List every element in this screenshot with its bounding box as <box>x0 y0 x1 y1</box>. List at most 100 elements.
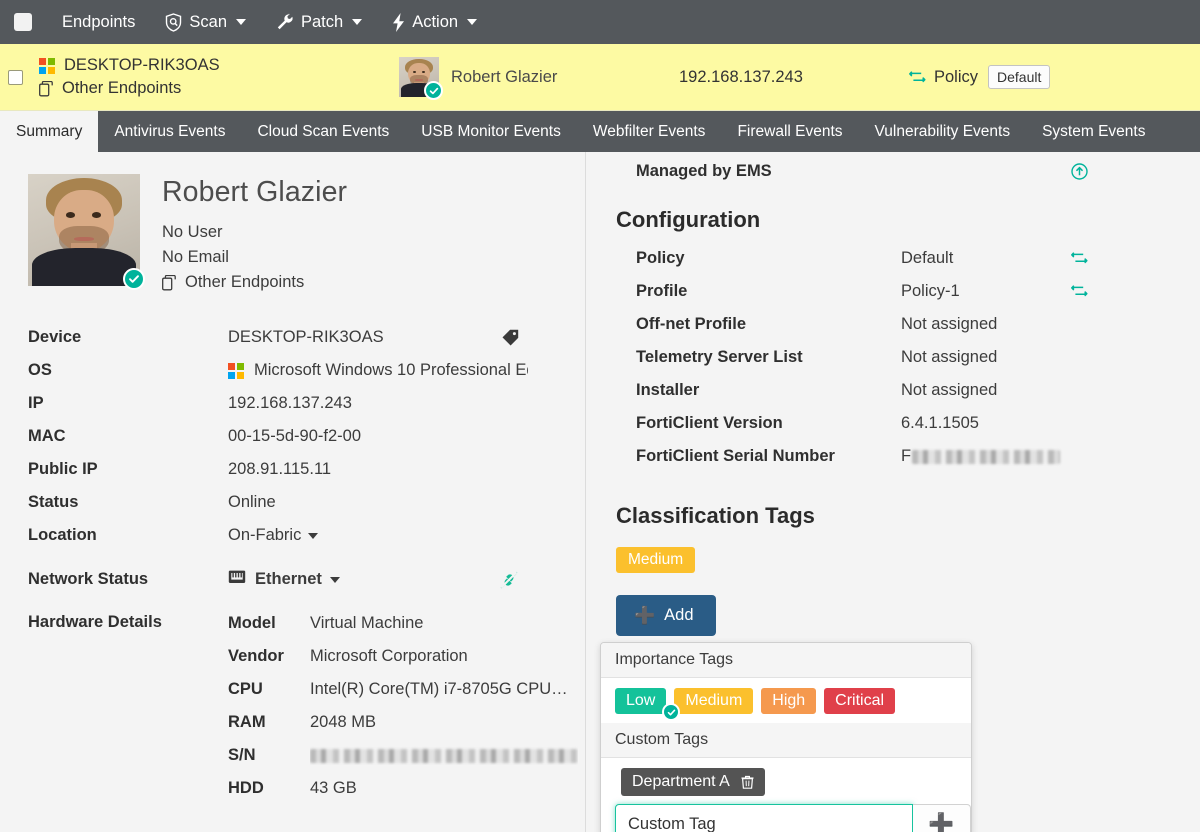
endpoint-row-checkbox[interactable] <box>8 69 23 85</box>
config-value-redacted: F <box>901 447 1101 466</box>
detail-row-status: Status Online <box>28 486 585 519</box>
detail-label: MAC <box>28 427 66 446</box>
config-value: Not assigned <box>901 315 998 333</box>
nav-item-patch[interactable]: Patch <box>276 13 363 32</box>
config-label: FortiClient Serial Number <box>636 447 835 465</box>
hardware-row: S/N <box>228 739 578 772</box>
configuration-heading: Configuration <box>616 207 761 232</box>
status-badge[interactable]: Medium <box>616 547 696 573</box>
profile-block: Robert Glazier No User No Email Other En… <box>28 174 585 295</box>
importance-tag-high[interactable]: High <box>761 688 817 714</box>
network-status-dropdown[interactable]: Ethernet <box>228 569 340 590</box>
nav-item-scan[interactable]: Scan <box>165 13 246 32</box>
profile-avatar <box>28 174 145 290</box>
detail-label: OS <box>28 361 52 380</box>
nav-endpoints-label: Endpoints <box>62 12 136 31</box>
tab-cloud-scan-events[interactable]: Cloud Scan Events <box>241 111 405 152</box>
tab-firewall-events[interactable]: Firewall Events <box>721 111 858 152</box>
config-label: Telemetry Server List <box>636 348 803 366</box>
location-dropdown[interactable]: On-Fabric <box>228 526 319 545</box>
managed-by-ems-row: Managed by EMS <box>616 152 1200 185</box>
config-value: Default <box>901 249 954 267</box>
add-custom-tag-button[interactable]: ➕ <box>913 804 971 832</box>
detail-value: Online <box>228 493 276 512</box>
detail-label: Status <box>28 493 79 512</box>
hardware-key: Vendor <box>228 647 284 666</box>
hardware-key: S/N <box>228 746 256 765</box>
profile-group-line-row[interactable]: Other Endpoints <box>162 270 347 295</box>
detail-row-location[interactable]: Location On-Fabric <box>28 519 585 552</box>
config-label: FortiClient Version <box>636 414 783 432</box>
serial-prefix: F <box>901 447 912 465</box>
config-row-telemetry-server-list: Telemetry Server List Not assigned <box>616 341 1200 374</box>
nav-action-label: Action <box>412 12 459 31</box>
endpoint-header-bar: DESKTOP-RIK3OAS Other Endpoints Robert G… <box>0 44 1200 110</box>
tab-antivirus-events[interactable]: Antivirus Events <box>98 111 241 152</box>
hardware-value: 43 GB <box>310 779 357 798</box>
importance-tag-medium[interactable]: Medium <box>662 688 754 721</box>
trash-icon[interactable] <box>741 775 754 789</box>
tab-label: Firewall Events <box>737 122 843 140</box>
detail-row-os: OS Microsoft Windows 10 Professional Edi… <box>28 354 585 387</box>
add-button-label: Add <box>664 606 694 624</box>
ethernet-port-icon <box>228 569 246 590</box>
tab-system-events[interactable]: System Events <box>1026 111 1161 152</box>
config-value: 6.4.1.1505 <box>901 414 979 432</box>
upload-circle-icon[interactable] <box>1071 162 1088 180</box>
add-tag-button[interactable]: ➕ Add <box>616 595 716 636</box>
endpoint-user: Robert Glazier <box>399 57 679 100</box>
plug-disconnected-icon[interactable] <box>499 570 519 590</box>
nav-item-endpoints[interactable]: Endpoints <box>62 13 135 32</box>
global-select-checkbox[interactable] <box>14 13 32 31</box>
tab-summary[interactable]: Summary <box>0 111 99 152</box>
custom-tag-input-row: ➕ <box>601 804 971 832</box>
sync-icon[interactable] <box>1071 284 1088 299</box>
endpoint-user-name: Robert Glazier <box>451 67 558 86</box>
profile-email-line: No Email <box>162 248 229 267</box>
assigned-tags-list: Medium <box>616 547 1200 573</box>
sync-icon[interactable] <box>1071 251 1088 266</box>
tab-label: Vulnerability Events <box>874 122 1011 140</box>
tag-icon[interactable] <box>502 329 519 346</box>
endpoint-group-label: Other Endpoints <box>62 79 182 97</box>
selected-check-badge-icon <box>662 703 681 721</box>
custom-tag-input[interactable] <box>615 804 913 832</box>
tab-vulnerability-events[interactable]: Vulnerability Events <box>859 111 1027 152</box>
importance-tags-heading: Importance Tags <box>601 643 971 678</box>
endpoint-device-row: DESKTOP-RIK3OAS <box>39 56 399 75</box>
importance-tag-label: Low <box>626 692 656 709</box>
nav-item-action[interactable]: Action <box>392 12 478 32</box>
config-label: Installer <box>636 381 700 399</box>
hardware-row: Model Virtual Machine <box>228 607 578 640</box>
tab-label: Summary <box>16 122 83 140</box>
chevron-down-icon <box>467 19 478 25</box>
importance-tag-low[interactable]: Low <box>615 688 667 714</box>
config-row-policy: Policy Default <box>616 242 1200 275</box>
endpoint-summary-panel: Robert Glazier No User No Email Other En… <box>0 152 586 832</box>
importance-tag-label: Medium <box>685 692 743 709</box>
detail-label: IP <box>28 394 44 413</box>
importance-tags-row: Low Medium High Critical <box>601 678 971 723</box>
custom-tag-chip[interactable]: Department A <box>621 768 765 796</box>
hardware-key: Model <box>228 614 276 633</box>
tab-label: System Events <box>1042 122 1146 140</box>
avatar <box>399 57 443 100</box>
hardware-row: RAM 2048 MB <box>228 706 578 739</box>
endpoint-group-row[interactable]: Other Endpoints <box>39 79 399 98</box>
hardware-details-list: Model Virtual Machine Vendor Microsoft C… <box>228 607 578 805</box>
importance-tag-critical[interactable]: Critical <box>824 688 896 714</box>
tab-webfilter-events[interactable]: Webfilter Events <box>577 111 722 152</box>
detail-value-wrap: Microsoft Windows 10 Professional Edit… <box>228 361 528 380</box>
detail-label: Device <box>28 328 82 347</box>
importance-tag-label: Critical <box>835 692 885 709</box>
policy-value-pill[interactable]: Default <box>988 65 1051 89</box>
online-check-badge-icon <box>424 81 443 100</box>
detail-row-public-ip: Public IP 208.91.115.11 <box>28 453 585 486</box>
page-title: Robert Glazier <box>162 176 348 208</box>
classification-tags-heading: Classification Tags <box>616 503 815 528</box>
tab-usb-monitor-events[interactable]: USB Monitor Events <box>405 111 577 152</box>
detail-label: Public IP <box>28 460 98 479</box>
config-label: Profile <box>636 282 688 300</box>
windows-logo-icon <box>39 57 55 74</box>
config-row-profile: Profile Policy-1 <box>616 275 1200 308</box>
